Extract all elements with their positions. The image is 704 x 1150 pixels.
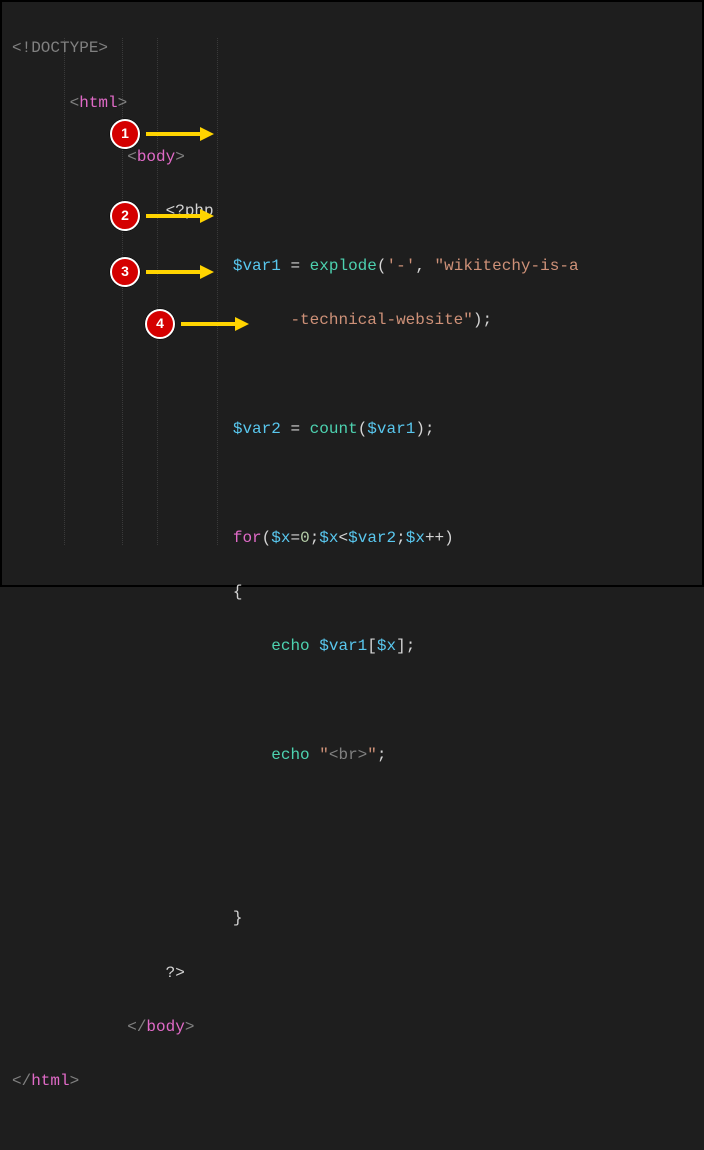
line-var2: $var2 = count($var1); bbox=[12, 416, 692, 443]
line-var1-cont: -technical-website"); bbox=[12, 307, 692, 334]
line-blank-4 bbox=[12, 796, 692, 823]
line-doctype: <!DOCTYPE> bbox=[12, 35, 692, 62]
line-body-close: </body> bbox=[12, 1014, 692, 1041]
line-echo-br: echo "<br>"; bbox=[12, 742, 692, 769]
doctype-token: <!DOCTYPE> bbox=[12, 39, 108, 57]
line-php-close: ?> bbox=[12, 960, 692, 987]
line-var1: $var1 = explode('-', "wikitechy-is-a bbox=[12, 253, 692, 280]
line-echo-var: echo $var1[$x]; bbox=[12, 633, 692, 660]
line-blank-2 bbox=[12, 470, 692, 497]
line-blank-1 bbox=[12, 361, 692, 388]
line-html-open: <html> bbox=[12, 90, 692, 117]
line-body-open: <body> bbox=[12, 144, 692, 171]
code-screenshot-frame: <!DOCTYPE> <html> <body> <?php $var1 = e… bbox=[0, 0, 704, 587]
line-brace-r: } bbox=[12, 905, 692, 932]
line-html-close: </html> bbox=[12, 1068, 692, 1095]
code-block: <!DOCTYPE> <html> <body> <?php $var1 = e… bbox=[12, 8, 692, 1150]
line-php-open: <?php bbox=[12, 198, 692, 225]
line-blank-3 bbox=[12, 688, 692, 715]
line-blank-5 bbox=[12, 851, 692, 878]
line-for: for($x=0;$x<$var2;$x++) bbox=[12, 525, 692, 552]
line-brace-l: { bbox=[12, 579, 692, 606]
